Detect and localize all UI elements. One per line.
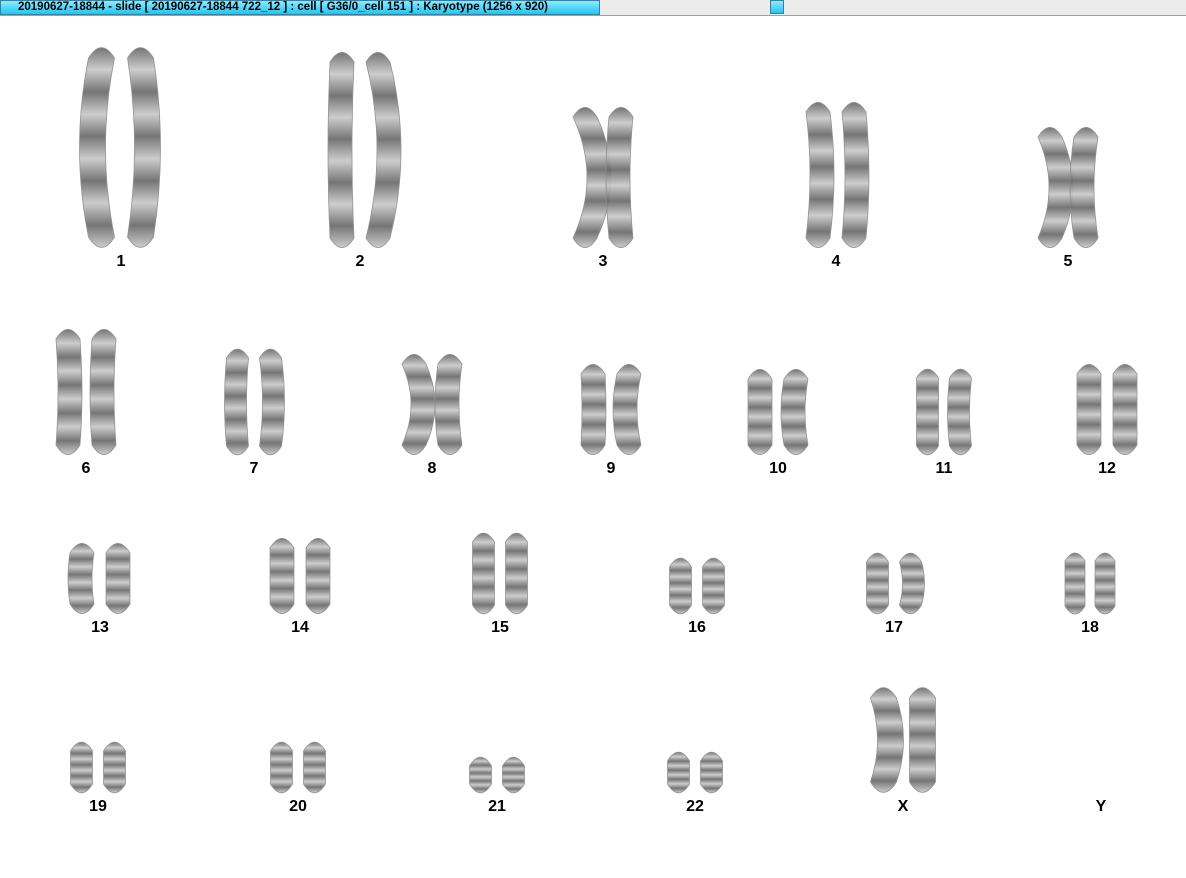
chromatid-right <box>780 369 809 455</box>
chromatid-right <box>605 107 634 248</box>
window-title-tab[interactable]: 20190627-18844 - slide [ 20190627-18844 … <box>0 0 600 15</box>
chromatid-right <box>89 329 117 455</box>
chromatid-left <box>269 538 295 614</box>
chromatid-right <box>434 354 463 455</box>
chromosome-label: 15 <box>491 619 509 636</box>
chromosome-label: X <box>897 798 909 815</box>
chromatid-right <box>612 364 642 455</box>
chromatid-left <box>401 354 436 455</box>
chromosome-label: 8 <box>427 460 437 477</box>
chromatid-left <box>916 368 939 456</box>
chromosome-label: 11 <box>935 460 953 477</box>
chromosome-label: 21 <box>488 798 506 815</box>
chromatid-left <box>67 543 95 614</box>
chromatid-right <box>505 532 528 615</box>
chromosome-label: 4 <box>831 253 841 270</box>
chromatid-right <box>1112 364 1138 455</box>
chromatid-left <box>55 329 83 455</box>
chromatid-right <box>103 741 126 794</box>
chromatid-left <box>70 741 93 794</box>
chromosome-label: 19 <box>89 798 107 815</box>
chromosome-label: 10 <box>769 460 787 477</box>
chromatid-left <box>472 532 495 615</box>
chromatid-right <box>365 52 402 248</box>
chromosome-label: 7 <box>249 460 259 477</box>
chromatid-right <box>841 102 870 248</box>
karyotype-panel: 1 2 3 4 5 6 7 8 9 10 11 12 13 14 15 16 17 18 19 20 21 22 X Y <box>0 16 1186 878</box>
chromatid-right <box>105 543 131 614</box>
chromosome-label: 13 <box>91 619 109 636</box>
chromatid-left <box>270 741 293 794</box>
chromosome-label: 3 <box>598 253 608 270</box>
chromatid-left <box>747 369 773 455</box>
chromatid-left <box>572 107 612 248</box>
chromosome-label: 1 <box>116 253 126 270</box>
chromatid-right <box>1094 552 1116 615</box>
chromatid-right <box>259 348 285 456</box>
chromatid-left <box>1037 127 1074 248</box>
chromosome-label: 16 <box>688 619 706 636</box>
chromatid-right <box>947 368 972 456</box>
chromatid-left <box>469 756 492 794</box>
chromosome-label: 17 <box>885 619 903 636</box>
chromatid-right <box>909 687 936 793</box>
chromatid-right <box>1069 127 1099 248</box>
chromosome-label: 12 <box>1098 460 1116 477</box>
chromatid-left <box>224 348 249 456</box>
chromosome-label: 18 <box>1081 619 1099 636</box>
titlebar-marker[interactable] <box>770 0 784 14</box>
chromosome-label: 22 <box>686 798 704 815</box>
chromosome-label: 9 <box>606 460 616 477</box>
chromatid-left <box>866 552 889 615</box>
chromosome-label: Y <box>1095 798 1107 815</box>
chromosome-label: 6 <box>81 460 91 477</box>
chromatid-left <box>580 364 607 455</box>
chromatid-left <box>1076 364 1102 455</box>
chromosome-image <box>870 687 936 793</box>
chromatid-left <box>805 102 835 248</box>
chromatid-left <box>669 557 692 615</box>
chromatid-left <box>1064 552 1086 615</box>
chromatid-left <box>870 687 904 793</box>
chromatid-right <box>502 756 525 794</box>
chromatid-right <box>303 741 326 794</box>
chromatid-right <box>305 538 331 614</box>
window-titlebar: 20190627-18844 - slide [ 20190627-18844 … <box>0 0 1186 16</box>
chromosome-label: 2 <box>355 253 365 270</box>
chromosome-label: 14 <box>291 619 309 636</box>
chromosome-label: 5 <box>1063 253 1073 270</box>
chromatid-right <box>702 557 725 615</box>
chromatid-right <box>899 552 925 615</box>
chromatid-left <box>667 751 690 794</box>
chromatid-left <box>327 52 355 248</box>
chromatid-left <box>79 47 115 248</box>
chromatid-right <box>700 751 723 794</box>
chromosome-label: 20 <box>289 798 307 815</box>
chromatid-right <box>127 47 161 248</box>
